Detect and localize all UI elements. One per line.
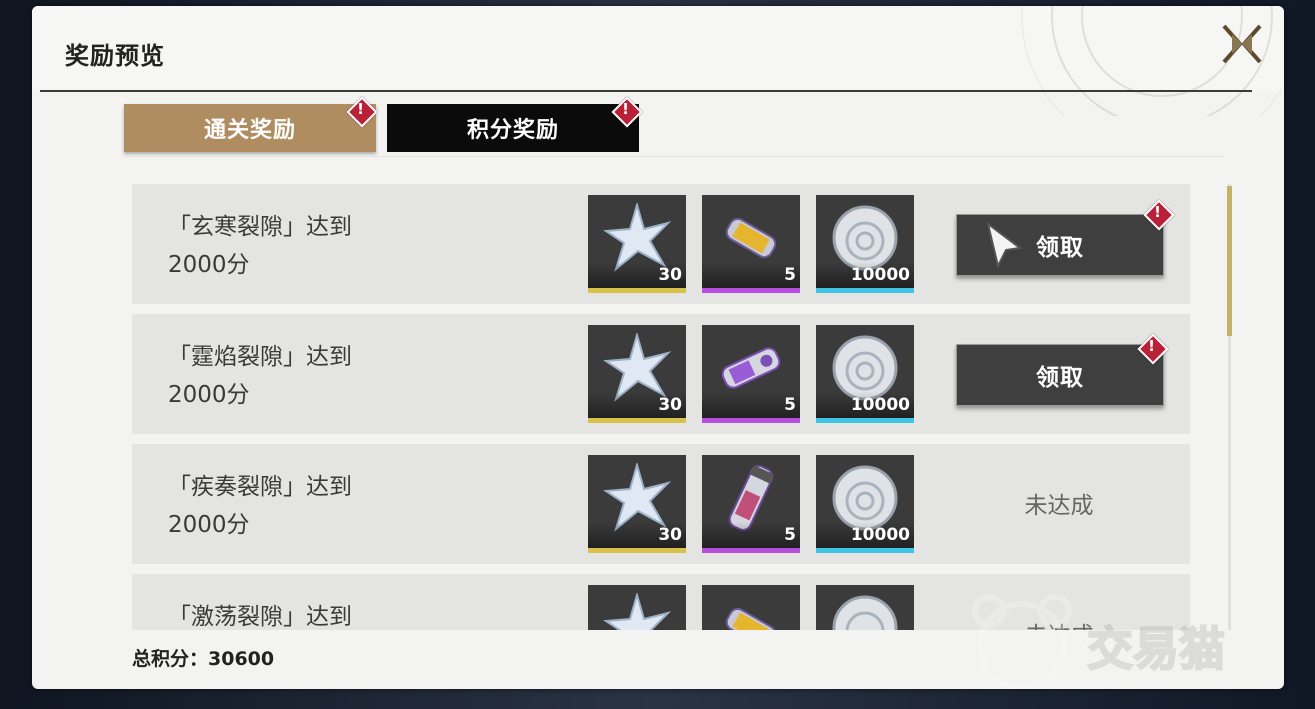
tab-label: 通关奖励: [203, 118, 296, 143]
item-quantity: 10000: [850, 525, 910, 545]
reward-row: 「霆焰裂隙」达到 2000分 30 5 10000 领取 !: [132, 314, 1190, 434]
reward-condition: 「霆焰裂隙」达到 2000分: [168, 338, 498, 414]
close-icon: [1222, 24, 1262, 64]
reward-item[interactable]: 30: [588, 455, 686, 553]
alert-icon: !: [1143, 199, 1175, 231]
reward-item[interactable]: [816, 585, 914, 630]
condition-line: 「激荡裂隙」达到: [168, 604, 352, 630]
alert-icon: !: [346, 96, 378, 128]
star-crystal-icon: [603, 593, 672, 630]
item-quantity: 30: [658, 395, 682, 415]
condition-line: 「疾奏裂隙」达到: [168, 474, 352, 500]
item-quantity: 30: [658, 265, 682, 285]
item-quantity: 5: [784, 525, 796, 545]
gold-capsule-icon: [725, 607, 777, 630]
reward-row: 「玄寒裂隙」达到 2000分 30 5 10000 领取 !: [132, 184, 1190, 304]
reward-row: 「疾奏裂隙」达到 2000分 30 5 10000 未达成: [132, 444, 1190, 564]
reward-condition: 「玄寒裂隙」达到 2000分: [168, 208, 498, 284]
silver-coin-icon: [832, 595, 898, 630]
reward-item[interactable]: 10000: [816, 455, 914, 553]
item-quantity: 30: [658, 525, 682, 545]
reward-item[interactable]: 5: [702, 325, 800, 423]
tab-label: 积分奖励: [466, 118, 559, 143]
status-not-achieved: 未达成: [1024, 493, 1094, 519]
condition-line: 「玄寒裂隙」达到: [168, 214, 352, 240]
status-not-achieved: 未达成: [956, 616, 1162, 630]
dialog-header: 奖励预览: [32, 6, 1284, 116]
claim-label: 领取: [1036, 235, 1084, 261]
reward-item[interactable]: [588, 585, 686, 630]
reward-condition: 「疾奏裂隙」达到 2000分: [168, 468, 498, 544]
reward-item[interactable]: 30: [588, 325, 686, 423]
condition-score: 2000分: [168, 512, 250, 538]
condition-score: 2000分: [168, 382, 250, 408]
item-quantity: 10000: [850, 395, 910, 415]
scrollbar-thumb[interactable]: [1227, 186, 1232, 336]
reward-item[interactable]: 10000: [816, 325, 914, 423]
reward-item[interactable]: 30: [588, 195, 686, 293]
item-quantity: 10000: [850, 265, 910, 285]
total-score: 总积分：30600: [132, 648, 275, 670]
reward-item[interactable]: 5: [702, 195, 800, 293]
alert-icon: !: [1137, 333, 1169, 365]
tab-clear-rewards[interactable]: 通关奖励 !: [124, 96, 378, 152]
reward-item[interactable]: 5: [702, 455, 800, 553]
claim-label: 领取: [1036, 365, 1084, 391]
reward-list[interactable]: 「玄寒裂隙」达到 2000分 30 5 10000 领取 ! 「霆焰裂隙」达到 …: [132, 184, 1190, 630]
mouse-cursor-icon: [986, 222, 1023, 268]
dialog-title: 奖励预览: [65, 42, 165, 70]
reward-preview-dialog: 奖励预览 通关奖励 ! 积分奖励 ! 「玄寒裂隙」达到 2000分 30 5 1…: [32, 6, 1284, 689]
reward-item[interactable]: 10000: [816, 195, 914, 293]
claim-button[interactable]: 领取 !: [956, 333, 1169, 406]
tab-divider: [124, 156, 1224, 157]
reward-condition: 「激荡裂隙」达到: [168, 598, 498, 630]
condition-line: 「霆焰裂隙」达到: [168, 344, 352, 370]
reward-row: 「激荡裂隙」达到 未达成: [132, 574, 1190, 630]
reward-item[interactable]: [702, 585, 800, 630]
condition-score: 2000分: [168, 252, 250, 278]
item-quantity: 5: [784, 395, 796, 415]
item-quantity: 5: [784, 265, 796, 285]
tab-score-rewards[interactable]: 积分奖励 !: [387, 96, 643, 152]
alert-icon: !: [611, 96, 643, 128]
header-divider: [40, 90, 1252, 92]
close-button[interactable]: [1218, 20, 1266, 68]
